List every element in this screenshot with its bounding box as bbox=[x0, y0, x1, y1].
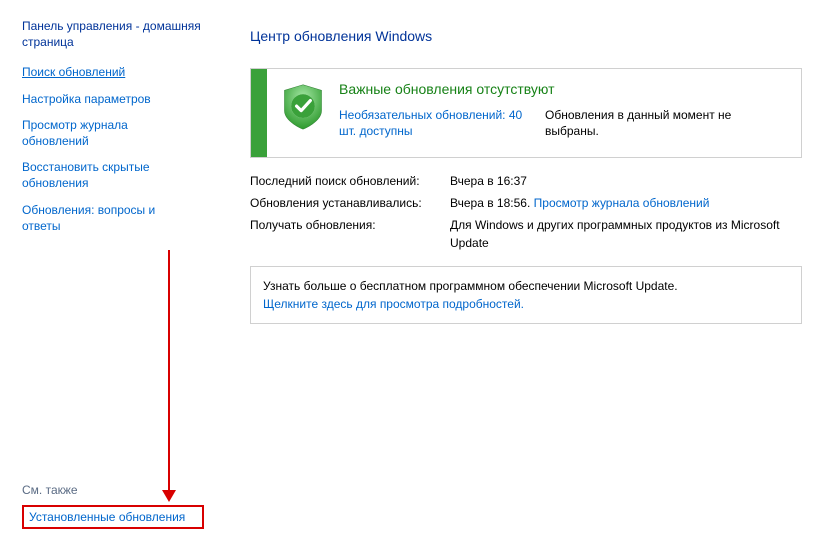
status-color-bar bbox=[251, 69, 267, 157]
sidebar-link-history[interactable]: Просмотр журнала обновлений bbox=[22, 117, 192, 149]
control-panel-home[interactable]: Панель управления - домашняя страница bbox=[22, 18, 220, 50]
learn-more-panel: Узнать больше о бесплатном программном о… bbox=[250, 266, 802, 324]
last-search-label: Последний поиск обновлений: bbox=[250, 172, 450, 190]
view-history-link[interactable]: Просмотр журнала обновлений bbox=[534, 196, 710, 210]
status-heading: Важные обновления отсутствуют bbox=[339, 81, 787, 97]
main-content: Центр обновления Windows Важные обновлен… bbox=[220, 0, 820, 541]
learn-more-text: Узнать больше о бесплатном программном о… bbox=[263, 277, 789, 295]
status-panel: Важные обновления отсутствуют Необязател… bbox=[250, 68, 802, 158]
selected-status-text: Обновления в данный момент не выбраны. bbox=[539, 107, 787, 139]
page-title: Центр обновления Windows bbox=[250, 28, 802, 44]
receive-label: Получать обновления: bbox=[250, 216, 450, 252]
sidebar: Панель управления - домашняя страница По… bbox=[0, 0, 220, 541]
sidebar-link-faq[interactable]: Обновления: вопросы и ответы bbox=[22, 202, 192, 234]
sidebar-link-search-updates[interactable]: Поиск обновлений bbox=[22, 64, 192, 80]
last-install-value: Вчера в 18:56. Просмотр журнала обновлен… bbox=[450, 194, 802, 212]
see-also-label: См. также bbox=[22, 483, 220, 497]
receive-value: Для Windows и других программных продукт… bbox=[450, 216, 802, 252]
last-install-label: Обновления устанавливались: bbox=[250, 194, 450, 212]
update-info-table: Последний поиск обновлений: Вчера в 16:3… bbox=[250, 172, 802, 252]
optional-updates-link[interactable]: Необязательных обновлений: 40 шт. доступ… bbox=[339, 107, 539, 139]
annotation-arrow bbox=[160, 250, 178, 510]
shield-check-icon bbox=[281, 83, 325, 134]
learn-more-link[interactable]: Щелкните здесь для просмотра подробносте… bbox=[263, 295, 789, 313]
last-search-value: Вчера в 16:37 bbox=[450, 172, 802, 190]
sidebar-link-restore-hidden[interactable]: Восстановить скрытые обновления bbox=[22, 159, 192, 191]
sidebar-link-settings[interactable]: Настройка параметров bbox=[22, 91, 192, 107]
